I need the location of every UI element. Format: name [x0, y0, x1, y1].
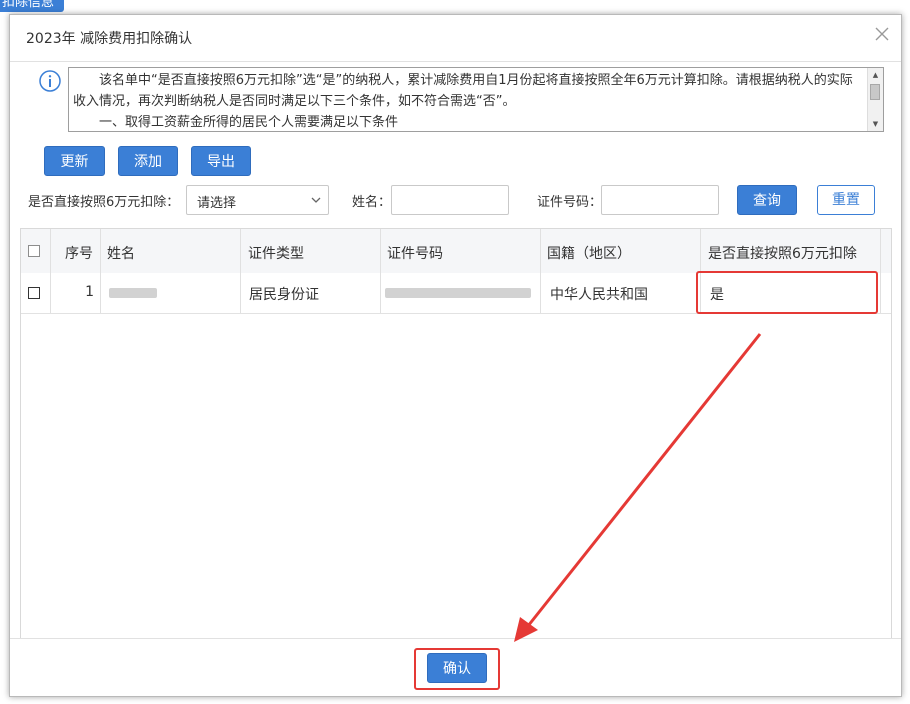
taxpayer-table: 序号 姓名 证件类型 证件号码 国籍（地区） 是否直接按照6万元扣除 1 居民身…: [20, 228, 892, 641]
update-button[interactable]: 更新: [44, 146, 105, 176]
name-filter-label: 姓名：: [352, 195, 392, 210]
scroll-up-icon[interactable]: ▲: [868, 68, 883, 82]
notice-box: 该名单中“是否直接按照6万元扣除”选“是”的纳税人，累计减除费用自1月份起将直接…: [68, 67, 884, 132]
id-number-input[interactable]: [601, 185, 719, 215]
scroll-thumb[interactable]: [870, 84, 880, 100]
select-all-checkbox[interactable]: [28, 245, 40, 257]
deduction-confirm-dialog: 2023年 减除费用扣除确认 该名单中“是否直接按照6万元扣除”选“是”的纳税人…: [9, 14, 902, 697]
confirm-button[interactable]: 确认: [427, 653, 487, 683]
header-deduct-label: 是否直接按照6万元扣除: [708, 246, 857, 262]
redacted-id-number: [385, 288, 531, 298]
deduct-filter-label: 是否直接按照6万元扣除：: [28, 195, 180, 210]
dialog-title: 2023年 减除费用扣除确认: [26, 31, 193, 47]
row-id-no-cell: [381, 273, 541, 313]
header-deduct: 是否直接按照6万元扣除: [701, 229, 881, 273]
row-id-type-cell: 居民身份证: [241, 273, 381, 313]
name-input[interactable]: [391, 185, 509, 215]
background-tab-label: 扣除信息: [2, 0, 55, 10]
row-seq-cell: 1: [51, 273, 101, 313]
header-id-type: 证件类型: [241, 229, 381, 273]
notice-line-1: 该名单中“是否直接按照6万元扣除”选“是”的纳税人，累计减除费用自1月份起将直接…: [73, 73, 853, 109]
chevron-down-icon: [311, 197, 321, 203]
row-checkbox[interactable]: [28, 287, 40, 299]
header-name-label: 姓名: [107, 246, 135, 262]
dialog-header: 2023年 减除费用扣除确认: [10, 15, 901, 62]
table-header: 序号 姓名 证件类型 证件号码 国籍（地区） 是否直接按照6万元扣除: [21, 229, 891, 274]
deduct-select-value: 请选择: [197, 196, 237, 211]
dialog-footer: 确认: [10, 638, 901, 696]
header-seq: 序号: [51, 229, 101, 273]
notice-text: 该名单中“是否直接按照6万元扣除”选“是”的纳税人，累计减除费用自1月份起将直接…: [69, 68, 867, 131]
notice-scrollbar[interactable]: ▲ ▼: [867, 68, 883, 131]
row-id-type: 居民身份证: [249, 287, 319, 303]
header-select-cell: [21, 229, 51, 273]
deduct-select[interactable]: 请选择: [186, 185, 329, 215]
notice-line-2: 一、取得工资薪金所得的居民个人需要满足以下条件: [99, 115, 399, 130]
scroll-down-icon[interactable]: ▼: [868, 117, 883, 131]
add-button[interactable]: 添加: [118, 146, 178, 176]
table-row[interactable]: 1 居民身份证 中华人民共和国 是: [21, 273, 891, 314]
close-icon[interactable]: [873, 25, 891, 43]
row-nationality-cell: 中华人民共和国: [541, 273, 701, 313]
row-nationality: 中华人民共和国: [550, 287, 648, 303]
query-button[interactable]: 查询: [737, 185, 797, 215]
header-seq-label: 序号: [65, 246, 93, 262]
row-deduct: 是: [710, 287, 724, 303]
row-seq: 1: [85, 284, 94, 300]
header-name: 姓名: [101, 229, 241, 273]
row-deduct-cell[interactable]: 是: [701, 273, 881, 313]
header-id-no-label: 证件号码: [387, 246, 443, 262]
reset-button[interactable]: 重置: [817, 185, 875, 215]
id-filter-label: 证件号码：: [537, 195, 603, 210]
export-button[interactable]: 导出: [191, 146, 251, 176]
header-nationality-label: 国籍（地区）: [547, 246, 631, 262]
row-select-cell: [21, 273, 51, 313]
row-name-cell: [101, 273, 241, 313]
background-tab: 扣除信息: [0, 0, 65, 12]
info-icon: [39, 70, 61, 92]
redacted-name: [109, 288, 157, 298]
header-id-no: 证件号码: [381, 229, 541, 273]
header-nationality: 国籍（地区）: [541, 229, 701, 273]
header-id-type-label: 证件类型: [248, 246, 304, 262]
